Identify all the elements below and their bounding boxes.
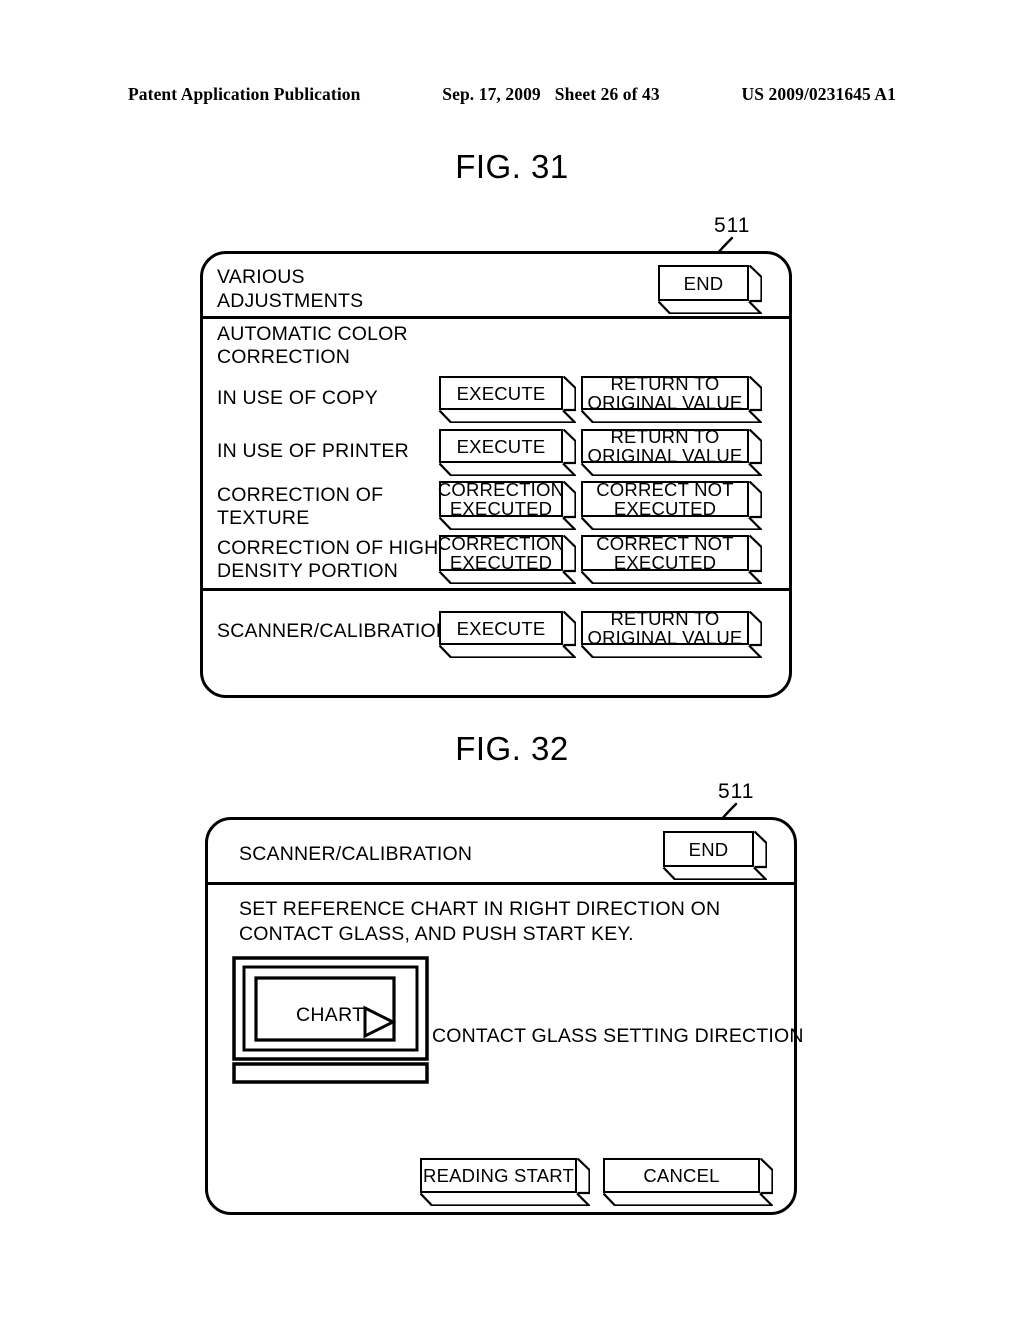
correction-executed-high-density-side-face: [563, 535, 576, 573]
row-label-in-use-of-printer: IN USE OF PRINTER: [217, 440, 409, 462]
return-to-original-value-button-scanner[interactable]: RETURN TO ORIGINAL VALUE: [581, 608, 762, 658]
chart-caption: CONTACT GLASS SETTING DIRECTION: [432, 1025, 804, 1047]
figure-31-reference-numeral: 511: [714, 214, 751, 237]
row-label-correction-of-texture: CORRECTION OF TEXTURE: [217, 484, 384, 529]
end-button-fig32-label: END: [688, 838, 729, 860]
execute-button-copy-bottom-face: [439, 410, 576, 423]
end-button-label: END: [683, 272, 724, 294]
patent-number: US 2009/0231645 A1: [741, 84, 896, 104]
section-title-automatic-color-correction: AUTOMATIC COLOR CORRECTION: [217, 323, 408, 368]
patent-page-header: Patent Application Publication Sep. 17, …: [128, 84, 896, 105]
end-button-face[interactable]: END: [658, 265, 749, 301]
panel32-title: SCANNER/CALIBRATION: [239, 843, 473, 865]
end-button-fig32-face[interactable]: END: [663, 831, 754, 867]
execute-button-copy-label: EXECUTE: [456, 382, 546, 404]
reading-start-face[interactable]: READING START: [420, 1158, 577, 1193]
end-button-fig32-side-face: [754, 831, 767, 869]
publication-label: Patent Application Publication: [128, 84, 361, 104]
end-button-fig32-bottom-face: [663, 867, 767, 880]
end-button[interactable]: END: [658, 265, 762, 314]
execute-scanner-bottom-face: [439, 645, 576, 658]
correction-executed-texture-face[interactable]: CORRECTION EXECUTED: [437, 479, 565, 519]
reading-start-bottom-face: [420, 1193, 590, 1206]
execute-button-printer-side-face: [563, 429, 576, 465]
end-button-side-face: [749, 265, 762, 303]
execute-button-copy-side-face: [563, 376, 576, 412]
correct-not-executed-button-high-density[interactable]: CORRECT NOT EXECUTED: [581, 533, 762, 584]
return-printer-face[interactable]: RETURN TO ORIGINAL VALUE: [581, 426, 749, 466]
panel31-footer-separator: [203, 588, 789, 591]
return-copy-side-face: [749, 376, 762, 412]
correction-executed-texture-side-face: [563, 481, 576, 519]
cancel-button[interactable]: CANCEL: [603, 1158, 773, 1206]
sheet-number: Sheet 26 of 43: [554, 84, 660, 104]
execute-button-printer-face[interactable]: EXECUTE: [439, 429, 563, 463]
execute-button-copy-face[interactable]: EXECUTE: [439, 376, 563, 410]
execute-scanner-face[interactable]: EXECUTE: [439, 611, 563, 645]
reading-start-label: READING START: [423, 1165, 574, 1186]
row-label-scanner-calibration: SCANNER/CALIBRATION: [217, 620, 451, 642]
correct-not-executed-texture-label: CORRECT NOT EXECUTED: [596, 479, 734, 519]
cancel-bottom-face: [603, 1193, 773, 1206]
execute-scanner-side-face: [563, 611, 576, 647]
execute-button-printer[interactable]: EXECUTE: [439, 429, 576, 476]
operation-panel-various-adjustments: VARIOUS ADJUSTMENTS END AUTOMATIC COLOR …: [200, 251, 792, 698]
publication-date: Sep. 17, 2009: [442, 84, 541, 104]
correction-executed-high-density-label: CORRECTION EXECUTED: [437, 533, 565, 573]
correct-not-executed-texture-side-face: [749, 481, 762, 519]
end-button-fig32[interactable]: END: [663, 831, 767, 880]
execute-button-copy[interactable]: EXECUTE: [439, 376, 576, 423]
return-copy-face[interactable]: RETURN TO ORIGINAL VALUE: [581, 373, 749, 413]
chart-label: CHART: [296, 1004, 365, 1026]
execute-button-printer-bottom-face: [439, 463, 576, 476]
return-printer-label: RETURN TO ORIGINAL VALUE: [587, 426, 743, 466]
execute-scanner-label: EXECUTE: [456, 617, 546, 639]
panel32-header-separator: [208, 882, 794, 885]
figure-31-title: FIG. 31: [455, 148, 569, 185]
return-copy-label: RETURN TO ORIGINAL VALUE: [587, 373, 743, 413]
correct-not-executed-high-density-side-face: [749, 535, 762, 573]
panel31-title: VARIOUS ADJUSTMENTS: [217, 266, 364, 312]
cancel-label: CANCEL: [643, 1165, 720, 1186]
correct-not-executed-button-texture[interactable]: CORRECT NOT EXECUTED: [581, 479, 762, 530]
correct-not-executed-high-density-label: CORRECT NOT EXECUTED: [596, 533, 734, 573]
return-to-original-value-button-copy[interactable]: RETURN TO ORIGINAL VALUE: [581, 373, 762, 423]
figure-32-title: FIG. 32: [455, 730, 569, 767]
return-printer-side-face: [749, 429, 762, 465]
correct-not-executed-high-density-face[interactable]: CORRECT NOT EXECUTED: [581, 533, 749, 573]
cancel-face[interactable]: CANCEL: [603, 1158, 760, 1193]
figure-32-reference-numeral: 511: [718, 780, 755, 803]
end-button-bottom-face: [658, 301, 762, 314]
execute-button-printer-label: EXECUTE: [456, 435, 546, 457]
return-to-original-value-button-printer[interactable]: RETURN TO ORIGINAL VALUE: [581, 426, 762, 476]
return-scanner-label: RETURN TO ORIGINAL VALUE: [587, 608, 743, 648]
execute-button-scanner-calibration[interactable]: EXECUTE: [439, 611, 576, 658]
row-label-correction-of-high-density-portion: CORRECTION OF HIGH DENSITY PORTION: [217, 537, 439, 582]
reading-start-button[interactable]: READING START: [420, 1158, 590, 1206]
panel31-header-separator: [203, 316, 789, 319]
row-label-in-use-of-copy: IN USE OF COPY: [217, 387, 378, 409]
correction-executed-texture-label: CORRECTION EXECUTED: [437, 479, 565, 519]
correct-not-executed-texture-face[interactable]: CORRECT NOT EXECUTED: [581, 479, 749, 519]
correction-executed-button-high-density[interactable]: CORRECTION EXECUTED: [437, 533, 576, 584]
correction-executed-high-density-face[interactable]: CORRECTION EXECUTED: [437, 533, 565, 573]
reading-start-side-face: [577, 1158, 590, 1195]
instruction-text: SET REFERENCE CHART IN RIGHT DIRECTION O…: [239, 898, 721, 945]
cancel-side-face: [760, 1158, 773, 1195]
return-scanner-side-face: [749, 611, 762, 647]
return-scanner-face[interactable]: RETURN TO ORIGINAL VALUE: [581, 608, 749, 648]
correction-executed-button-texture[interactable]: CORRECTION EXECUTED: [437, 479, 576, 530]
